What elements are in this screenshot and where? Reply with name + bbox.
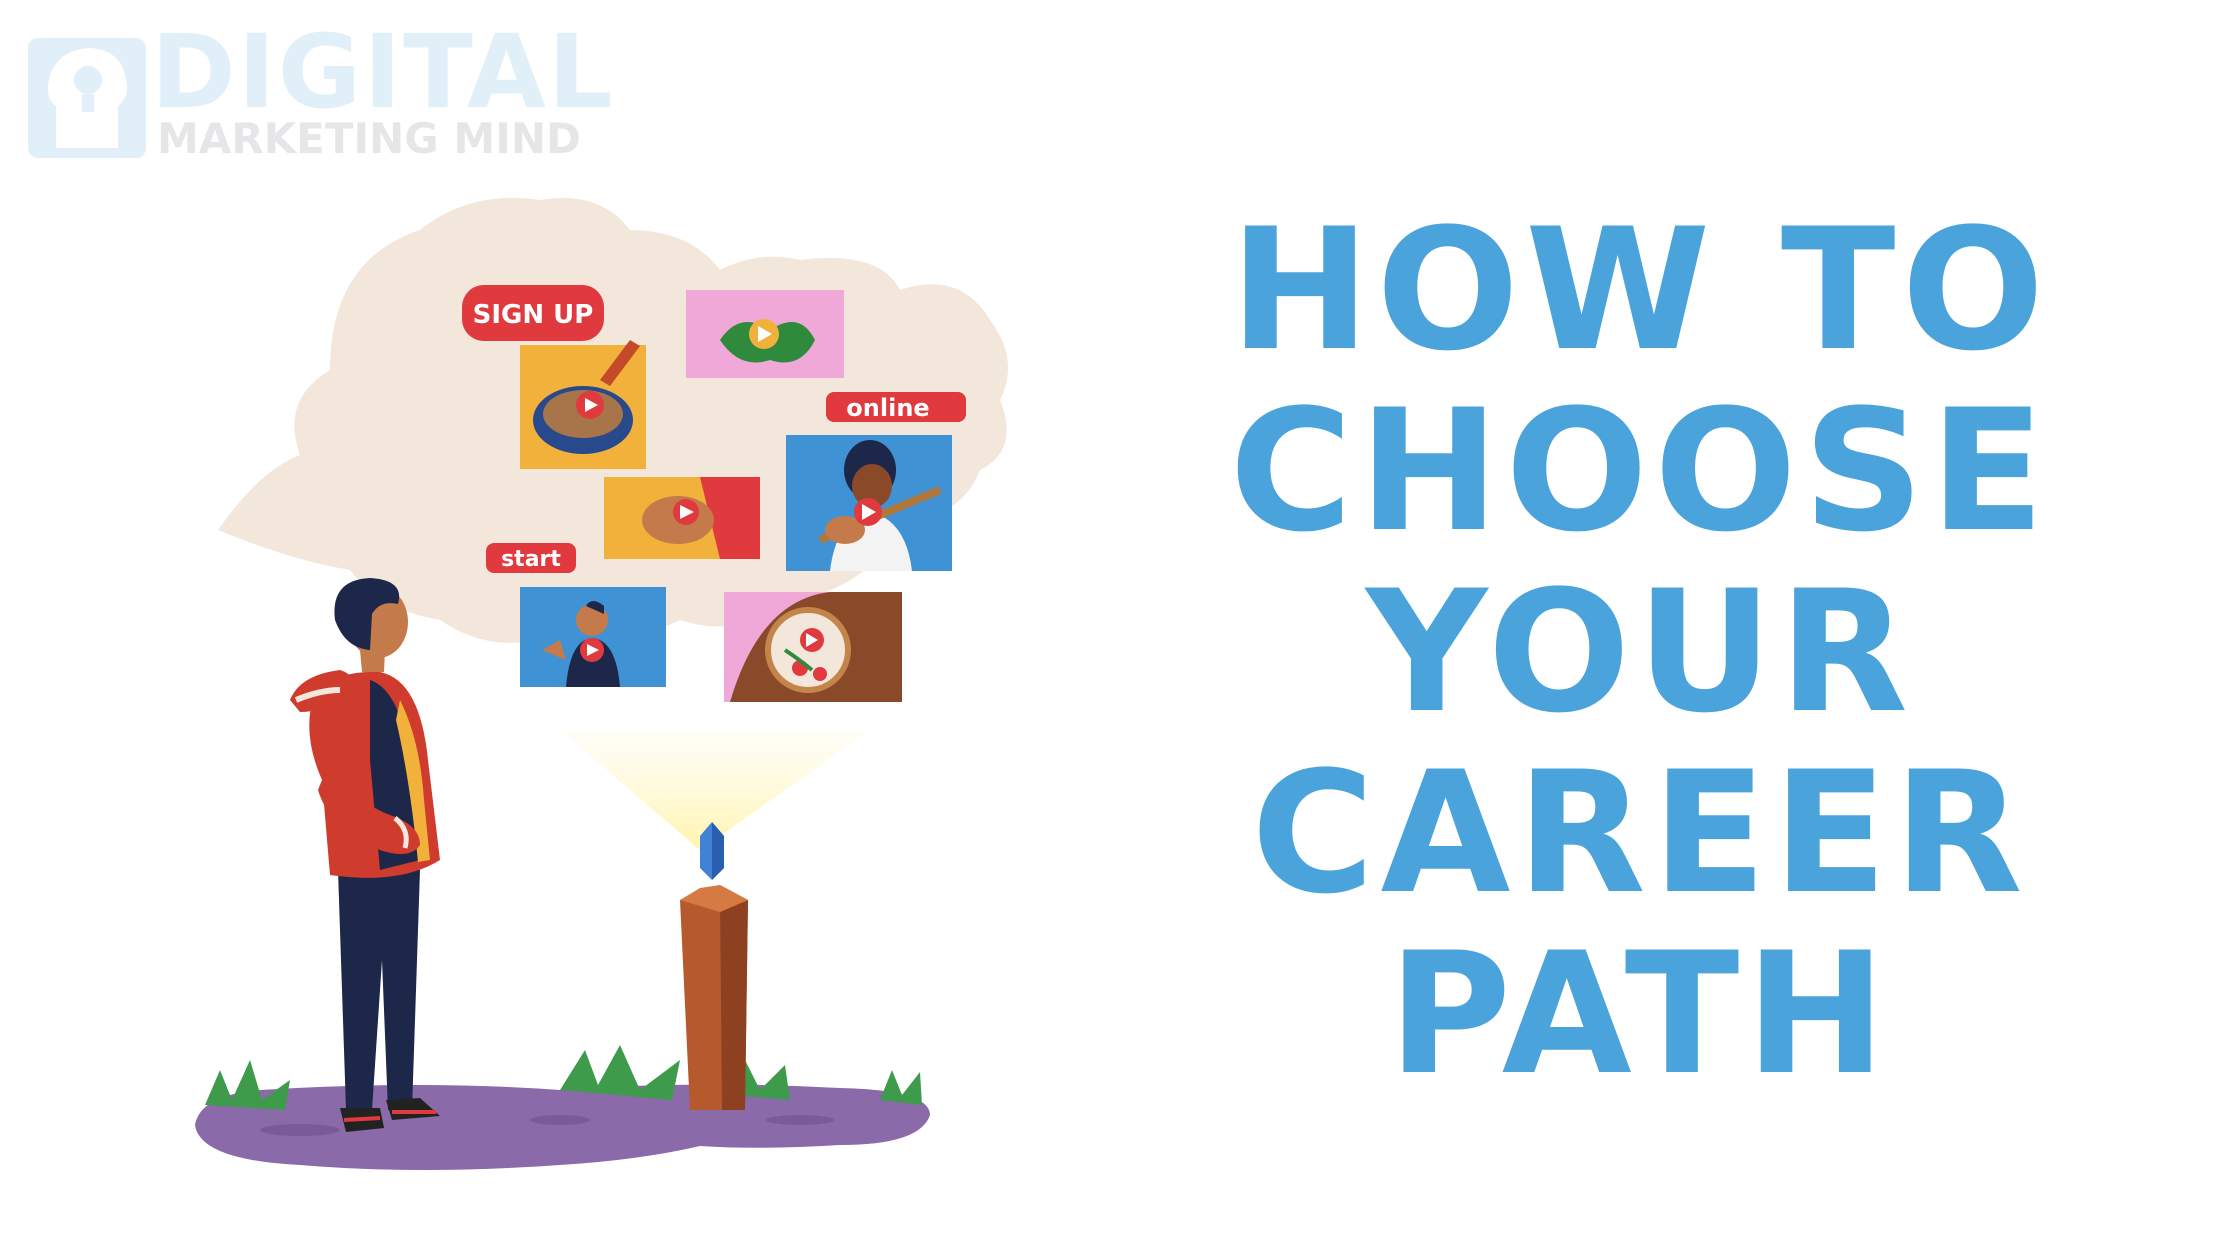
headline-line-4: CAREER: [1251, 735, 2029, 931]
online-badge: online: [826, 392, 966, 422]
headline-line-5: PATH: [1388, 916, 1892, 1112]
sign-up-badge: SIGN UP: [462, 285, 604, 341]
video-card-ukulele: [786, 435, 952, 571]
headline-line-3: YOUR: [1365, 554, 1915, 750]
video-card-plant: [686, 290, 844, 378]
headline: HOW TO CHOOSE YOUR CAREER PATH: [1140, 200, 2140, 1105]
career-illustration: SIGN UP online start: [195, 198, 1008, 1170]
start-badge: start: [486, 543, 576, 573]
video-card-hands: [604, 477, 760, 559]
sign-up-label: SIGN UP: [473, 300, 594, 330]
video-card-presenter: [520, 587, 666, 687]
person-figure: [290, 578, 440, 1132]
headline-line-2: CHOOSE: [1229, 373, 2051, 569]
wooden-post: [680, 885, 748, 1110]
video-card-bowl: [520, 340, 646, 469]
start-label: start: [501, 547, 561, 572]
online-label: online: [846, 394, 929, 422]
headline-line-1: HOW TO: [1229, 192, 2051, 388]
video-card-embroidery: [724, 592, 902, 702]
